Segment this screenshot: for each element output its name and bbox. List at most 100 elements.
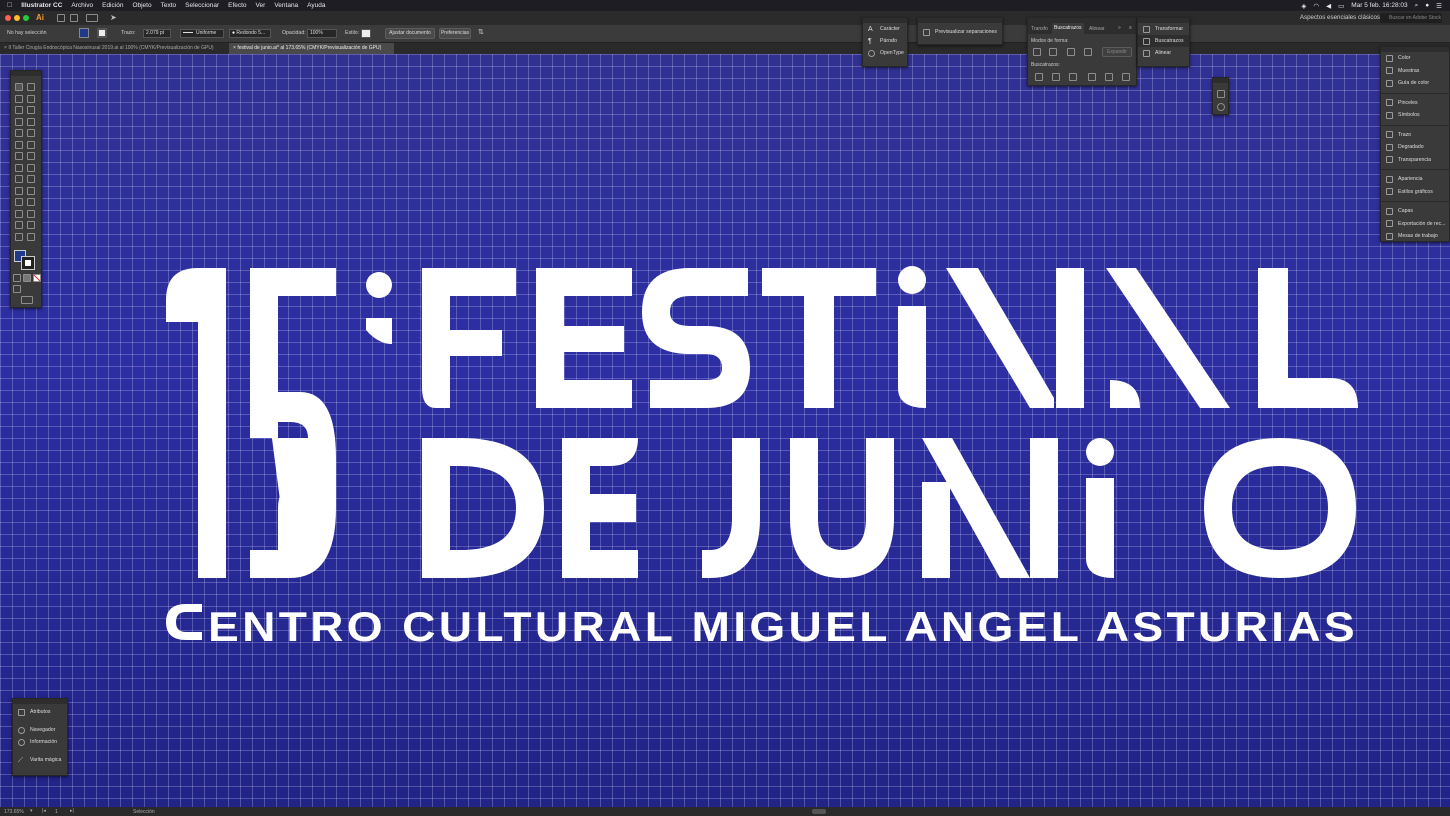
stroke-swatch[interactable] — [97, 28, 107, 38]
panel-item-color[interactable]: Color — [1381, 52, 1449, 65]
stock-icon[interactable] — [70, 14, 78, 22]
notification-center-icon[interactable]: ☰ — [1436, 2, 1442, 10]
panel-item-informacion[interactable]: Información — [13, 736, 67, 748]
dropbox-icon[interactable]: ◈ — [1301, 2, 1306, 10]
first-artboard-icon[interactable]: |◂ — [42, 808, 46, 814]
line-tool-icon[interactable] — [27, 117, 35, 126]
width-tool-icon[interactable] — [15, 163, 23, 172]
panel-item-parrafo[interactable]: ¶ Párrafo — [863, 35, 907, 47]
panel-menu-icon[interactable]: ≡ — [1129, 25, 1132, 31]
workspace-switcher[interactable]: Aspectos esenciales clásicos — [1300, 14, 1380, 21]
zoom-window-button[interactable] — [23, 15, 29, 21]
panel-item-estilos-graficos[interactable]: Estilos gráficos — [1381, 186, 1449, 199]
stock-search-input[interactable]: Buscar en Adobe Stock — [1380, 13, 1442, 23]
tab-transform[interactable]: Transfo — [1031, 26, 1048, 32]
fill-swatch[interactable] — [79, 28, 89, 38]
brush-definition-select[interactable]: ● Redondo 5... — [229, 29, 271, 38]
symbol-sprayer-tool-icon[interactable] — [15, 209, 23, 218]
stroke-weight-field[interactable]: 2.079 pt — [143, 29, 171, 38]
panel-item-muestras[interactable]: Muestras — [1381, 65, 1449, 78]
gradient-mode-icon[interactable] — [23, 274, 31, 282]
tab-align[interactable]: Alinear — [1089, 26, 1105, 32]
rotate-tool-icon[interactable] — [15, 152, 23, 160]
panel-item-transformar[interactable]: Transformar — [1138, 23, 1189, 35]
festival-artwork[interactable]: ENTRO CULTURAL MIGUEL ANGEL ASTURIAS — [150, 258, 1370, 658]
graphic-style-swatch[interactable] — [361, 29, 371, 38]
close-window-button[interactable] — [5, 15, 11, 21]
menu-edicion[interactable]: Edición — [102, 2, 123, 9]
panel-item-apariencia[interactable]: Apariencia — [1381, 173, 1449, 186]
panel-header[interactable] — [1213, 78, 1228, 83]
slice-tool-icon[interactable] — [27, 221, 35, 229]
panel-item-buscatrazos[interactable]: Buscatrazos — [1138, 35, 1189, 47]
arrange-icon[interactable]: ⇅ — [478, 28, 484, 36]
crop-icon[interactable] — [1088, 73, 1096, 81]
expand-button[interactable]: Expandir — [1102, 47, 1132, 57]
clock[interactable]: Mar 5 feb. 16:28:03 — [1351, 2, 1407, 9]
panel-item-pinceles[interactable]: Pinceles — [1381, 97, 1449, 110]
panel-header[interactable] — [13, 699, 67, 704]
collapse-icon[interactable]: » — [1118, 25, 1121, 31]
tab-pathfinder[interactable]: Buscatrazos — [1052, 23, 1084, 34]
pen-tool-icon[interactable] — [15, 106, 23, 114]
direct-selection-tool-icon[interactable] — [27, 83, 35, 91]
tools-panel-header[interactable] — [11, 71, 41, 76]
panel-item-varita-magica[interactable]: ⟋ Varita mágica — [13, 754, 67, 766]
menu-efecto[interactable]: Efecto — [228, 2, 246, 9]
stroke-color-box[interactable] — [21, 256, 35, 270]
panel-item-capas[interactable]: Capas — [1381, 205, 1449, 218]
menu-texto[interactable]: Texto — [161, 2, 177, 9]
volume-icon[interactable]: ◀ — [1326, 2, 1331, 10]
zoom-level-field[interactable]: 173.65% — [4, 809, 24, 815]
draw-mode-icon[interactable] — [13, 285, 21, 293]
trim-icon[interactable] — [1052, 73, 1060, 81]
gradient-tool-icon[interactable] — [27, 186, 35, 195]
apple-icon[interactable]:  — [7, 2, 12, 9]
artboard-number-field[interactable]: 1 — [55, 809, 58, 815]
opacity-field[interactable]: 100% — [307, 29, 337, 38]
panel-item-opentype[interactable]: OpenType — [863, 47, 907, 59]
panel-item-atributos[interactable]: Atributos — [13, 706, 67, 718]
curvature-tool-icon[interactable] — [27, 106, 35, 114]
panel-item-guia-de-color[interactable]: Guía de color — [1381, 77, 1449, 90]
artboard-tool-icon[interactable] — [15, 221, 23, 229]
menu-ver[interactable]: Ver — [256, 2, 266, 9]
battery-icon[interactable]: ▭ — [1338, 2, 1344, 10]
panel-item-simbolos[interactable]: Símbolos — [1381, 109, 1449, 122]
artboard-canvas[interactable]: ENTRO CULTURAL MIGUEL ANGEL ASTURIAS — [0, 54, 1450, 807]
eraser-tool-icon[interactable] — [27, 140, 35, 149]
hand-tool-icon[interactable] — [15, 232, 23, 241]
selection-tool-icon[interactable] — [15, 83, 23, 91]
zoom-dropdown-icon[interactable]: ▾ — [30, 808, 33, 814]
eyedropper-tool-icon[interactable] — [15, 198, 23, 206]
type-tool-icon[interactable] — [15, 117, 23, 126]
menu-archivo[interactable]: Archivo — [71, 2, 93, 9]
shape-builder-tool-icon[interactable] — [15, 175, 23, 183]
variable-width-profile-select[interactable]: Uniforme — [180, 29, 224, 38]
preferences-button[interactable]: Preferencias — [439, 28, 471, 39]
exclude-icon[interactable] — [1084, 48, 1092, 56]
column-graph-tool-icon[interactable] — [27, 209, 35, 218]
wifi-icon[interactable]: ◠ — [1313, 2, 1319, 10]
merge-icon[interactable] — [1069, 73, 1077, 81]
paintbrush-tool-icon[interactable] — [27, 129, 35, 137]
perspective-tool-icon[interactable] — [27, 175, 35, 183]
magic-wand-tool-icon[interactable] — [15, 94, 23, 103]
pencil-tool-icon[interactable] — [15, 140, 23, 149]
panel-item-transparencia[interactable]: Transparencia — [1381, 154, 1449, 167]
menu-app-name[interactable]: Illustrator CC — [21, 2, 62, 9]
arrange-documents-icon[interactable] — [86, 14, 98, 22]
panel-item-exportacion-de-rec[interactable]: Exportación de rec... — [1381, 218, 1449, 231]
menu-seleccionar[interactable]: Seleccionar — [185, 2, 219, 9]
lasso-tool-icon[interactable] — [27, 94, 35, 103]
next-artboard-icon[interactable]: ▸| — [70, 808, 74, 814]
unite-icon[interactable] — [1033, 48, 1041, 56]
spotlight-icon[interactable]: ⌕ — [1415, 2, 1419, 10]
horizontal-scrollbar-thumb[interactable] — [812, 809, 826, 814]
minus-back-icon[interactable] — [1122, 73, 1130, 81]
menu-ventana[interactable]: Ventana — [274, 2, 298, 9]
tab-document-festival[interactable]: × festival de junio.ai* al 173.65% (CMYK… — [229, 43, 394, 54]
bridge-icon[interactable] — [57, 14, 65, 22]
panel-item-navegador[interactable]: Navegador — [13, 724, 67, 736]
adjust-document-button[interactable]: Ajustar documento — [385, 28, 435, 39]
